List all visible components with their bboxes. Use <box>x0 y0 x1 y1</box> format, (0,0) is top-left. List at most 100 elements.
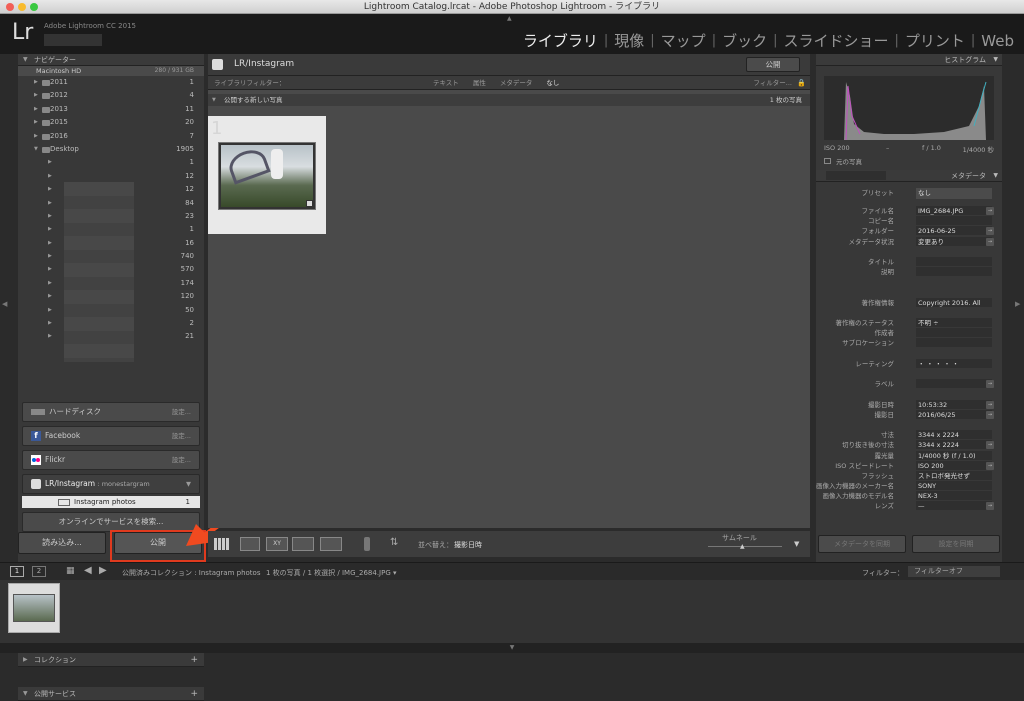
go-to-arrow-icon[interactable]: → <box>986 237 994 246</box>
module-web[interactable]: Web <box>981 32 1014 50</box>
grid-view-icon[interactable] <box>214 538 230 550</box>
filmstrip-source[interactable]: 公開済みコレクション : Instagram photos <box>122 568 260 578</box>
thumbnail-cell[interactable]: 1 <box>208 116 326 234</box>
find-services-button[interactable]: オンラインでサービスを検索... <box>22 512 200 532</box>
publish-collection-header: LR/Instagram 公開 <box>208 54 810 76</box>
publish-top-button[interactable]: 公開 <box>746 57 800 72</box>
module-map[interactable]: マップ <box>661 30 706 51</box>
subfolder-item[interactable]: ▶ 1 <box>18 156 204 169</box>
original-photo-toggle[interactable]: 元の写真 <box>824 156 994 166</box>
people-view-icon[interactable] <box>320 537 342 551</box>
photo-thumbnail[interactable] <box>218 142 316 210</box>
metadata-field[interactable] <box>916 501 992 511</box>
publish-services-label: 公開サービス <box>34 689 76 698</box>
go-to-arrow-icon[interactable]: → <box>986 380 994 389</box>
instagram-photos-collection[interactable]: Instagram photos 1 <box>22 496 200 508</box>
grid-icon[interactable]: ▦ <box>66 566 75 576</box>
primary-window-button[interactable]: 1 <box>10 566 24 577</box>
add-collection-icon[interactable]: + <box>190 653 198 667</box>
minimize-window-button[interactable] <box>18 3 26 11</box>
sync-settings-button[interactable]: 設定を同期 <box>912 535 1000 553</box>
metadata-field[interactable] <box>916 328 992 338</box>
forward-arrow-icon[interactable]: ▶ <box>99 565 107 576</box>
flickr-settings[interactable]: 設定... <box>172 451 191 469</box>
right-panel-toggle-icon[interactable]: ▶ <box>1015 300 1020 308</box>
import-button[interactable]: 読み込み... <box>18 532 106 554</box>
histogram-label: ヒストグラム <box>944 56 986 64</box>
service-facebook[interactable]: f Facebook 設定... <box>22 426 200 446</box>
metadata-row: 作成者 <box>816 328 1002 338</box>
lock-icon[interactable]: 🔒 <box>797 76 806 90</box>
volume-row[interactable]: Macintosh HD 280 / 931 GB <box>18 66 204 76</box>
metadata-row: フォルダー 2016-06-25 → <box>861 226 994 236</box>
metadata-row: 著作権情報 Copyright 2016. All <box>816 297 1002 308</box>
filter-preset-dropdown[interactable]: フィルター... <box>753 76 792 90</box>
window-controls[interactable] <box>6 3 38 11</box>
module-book[interactable]: ブック <box>722 30 767 51</box>
checkbox-icon[interactable] <box>824 158 831 164</box>
toolbar-menu-icon[interactable]: ▼ <box>794 540 799 548</box>
go-to-arrow-icon[interactable]: → <box>986 400 994 409</box>
add-publish-service-icon[interactable]: + <box>190 687 198 701</box>
filter-tab-text[interactable]: テキスト <box>433 76 459 90</box>
folder-item-desktop[interactable]: ▼ Desktop 1905 <box>18 143 204 156</box>
metadata-field[interactable] <box>916 216 992 226</box>
folder-item[interactable]: ▶ 2011 1 <box>18 76 204 89</box>
survey-view-icon[interactable] <box>292 537 314 551</box>
metadata-field[interactable] <box>916 267 992 277</box>
metadata-header[interactable]: メタデータ ▼ <box>816 170 1002 182</box>
filter-tab-none[interactable]: なし <box>546 76 559 90</box>
module-print[interactable]: プリント <box>905 30 965 51</box>
sort-direction-icon[interactable]: ⇅ <box>390 537 398 548</box>
filter-tab-metadata[interactable]: メタデータ <box>500 76 533 90</box>
go-to-arrow-icon[interactable]: → <box>986 441 994 450</box>
histogram-header[interactable]: ヒストグラム ▼ <box>816 54 1002 66</box>
metadata-field[interactable] <box>916 256 992 266</box>
expand-icon: ▶ <box>48 226 52 233</box>
metadata-preset-view-dropdown[interactable] <box>826 171 886 180</box>
loupe-view-icon[interactable] <box>240 537 260 551</box>
filmstrip-thumbnail[interactable] <box>8 583 60 633</box>
sync-metadata-button[interactable]: メタデータを同期 <box>818 535 906 553</box>
section-header[interactable]: ▼ 公開する新しい写真 1 枚の写真 <box>208 94 810 106</box>
filmstrip-selection[interactable]: 1 枚の写真 / 1 枚選択 / IMG_2684.JPG ▾ <box>266 568 397 578</box>
secondary-window-button[interactable]: 2 <box>32 566 46 577</box>
service-flickr[interactable]: Flickr 設定... <box>22 450 200 470</box>
metadata-row <box>816 308 1002 318</box>
folder-item[interactable]: ▶ 2016 7 <box>18 130 204 143</box>
top-panel-toggle-icon[interactable]: ▲ <box>507 15 512 22</box>
service-harddisk[interactable]: ハードディスク 設定... <box>22 402 200 422</box>
filter-tab-attribute[interactable]: 属性 <box>473 76 486 90</box>
module-develop[interactable]: 現像 <box>614 30 644 51</box>
thumbnail-size-slider[interactable] <box>708 546 782 547</box>
folder-item[interactable]: ▶ 2013 11 <box>18 103 204 116</box>
harddisk-settings[interactable]: 設定... <box>172 403 191 421</box>
go-to-arrow-icon[interactable]: → <box>986 227 994 236</box>
close-window-button[interactable] <box>6 3 14 11</box>
metadata-field[interactable] <box>916 338 992 348</box>
sort-dropdown[interactable]: 撮影日時 <box>454 540 482 550</box>
facebook-settings[interactable]: 設定... <box>172 427 191 445</box>
spray-can-icon[interactable] <box>364 537 370 551</box>
navigator-header[interactable]: ▼ ナビゲーター 全体 フル 1:1 3:1 <box>18 54 204 75</box>
module-library[interactable]: ライブラリ <box>523 30 598 51</box>
filmstrip-filter-dropdown[interactable]: フィルターオフ <box>908 566 1000 577</box>
left-panel-toggle-icon[interactable]: ◀ <box>2 300 7 308</box>
back-arrow-icon[interactable]: ◀ <box>84 565 92 576</box>
go-to-arrow-icon[interactable]: → <box>986 502 994 511</box>
compare-view-icon[interactable]: XY <box>266 537 288 551</box>
folder-item[interactable]: ▶ 2015 20 <box>18 116 204 129</box>
zoom-window-button[interactable] <box>30 3 38 11</box>
folder-item[interactable]: ▶ 2012 4 <box>18 89 204 102</box>
go-to-arrow-icon[interactable]: → <box>986 461 994 470</box>
module-slideshow[interactable]: スライドショー <box>783 30 888 51</box>
slider-handle[interactable]: ▲ <box>740 543 745 550</box>
collections-header[interactable]: ▶ コレクション + <box>18 652 204 667</box>
metadata-field[interactable] <box>916 379 992 389</box>
go-to-arrow-icon[interactable]: → <box>986 410 994 419</box>
go-to-arrow-icon[interactable]: → <box>986 207 994 215</box>
publish-services-header[interactable]: ▼ 公開サービス + <box>18 686 204 701</box>
chevron-down-icon[interactable]: ▼ <box>0 643 1024 653</box>
service-instagram[interactable]: LR/Instagram : monestargram ▼ <box>22 474 200 494</box>
bottom-panel-toggle[interactable]: ▼ <box>0 643 1024 653</box>
